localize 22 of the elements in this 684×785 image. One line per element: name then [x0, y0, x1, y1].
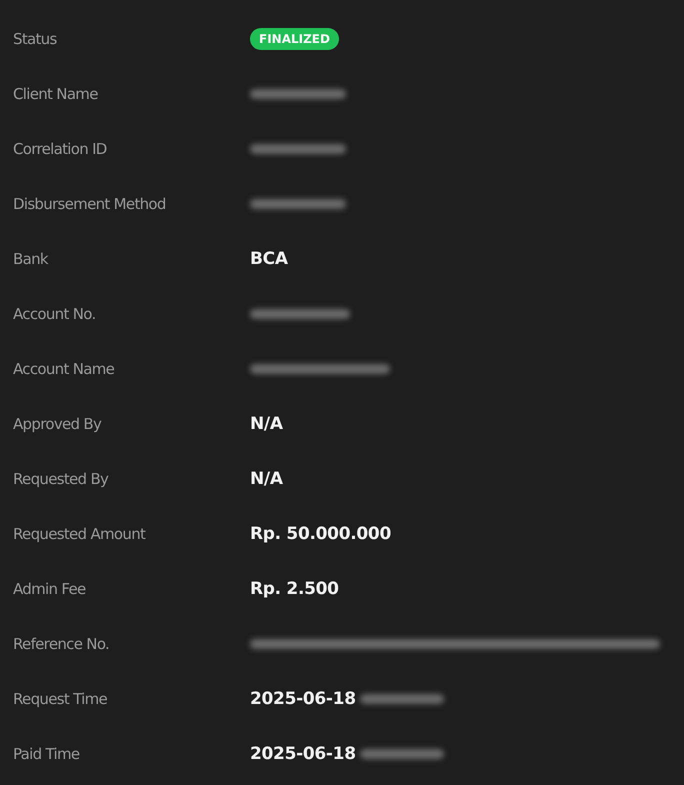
field-label: Requested By	[13, 470, 110, 488]
field-label: Account Name	[13, 360, 116, 378]
field-value: Rp. 2.500	[250, 578, 339, 598]
field-label: Status	[13, 30, 58, 48]
field-label: Approved By	[13, 414, 102, 432]
field-label: Request Time	[13, 690, 108, 708]
field-value: N/A	[250, 468, 283, 488]
field-value: N/A	[250, 414, 283, 434]
field-value: 2025-06-18	[250, 688, 356, 708]
field-label: Account No.	[13, 304, 97, 322]
field-label: Admin Fee	[13, 580, 87, 598]
field-label: Requested Amount	[13, 524, 146, 542]
field-value: 2025-06-18	[250, 744, 356, 764]
field-label: Client Name	[13, 84, 99, 102]
field-value: Rp. 50.000.000	[250, 524, 391, 544]
field-label: Bank	[13, 250, 50, 268]
field-value: BCA	[250, 248, 288, 268]
field-label: Paid Time	[13, 744, 80, 762]
field-label: Reference No.	[13, 634, 110, 652]
status-badge: FINALIZED	[250, 28, 339, 50]
field-label: Correlation ID	[13, 140, 108, 158]
field-label: Disbursement Method	[13, 194, 167, 212]
